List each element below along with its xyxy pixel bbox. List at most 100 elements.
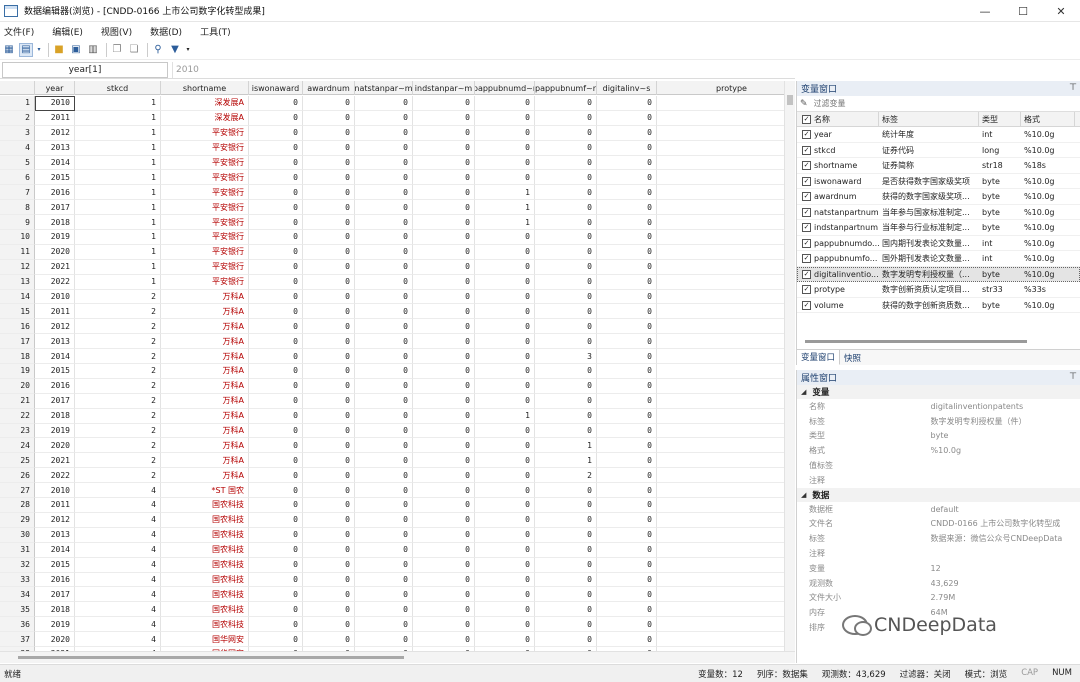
grid-horizontal-scrollbar[interactable] — [0, 651, 795, 663]
cell-indstanparnum[interactable]: 0 — [413, 632, 475, 647]
cell-pappubnumdomestic[interactable]: 0 — [475, 498, 535, 513]
cell-digitalinventionpatents[interactable]: 0 — [597, 378, 657, 394]
variable-checkbox[interactable]: ✓ — [802, 223, 811, 233]
cell-shortname[interactable]: 万科A — [161, 334, 249, 350]
cell-stkcd[interactable]: 4 — [75, 527, 161, 543]
cell-year[interactable]: 2012 — [35, 512, 75, 528]
cell-natstanparnum[interactable]: 0 — [355, 244, 413, 260]
menu-tools[interactable]: 工具(T) — [200, 25, 231, 38]
cell-pappubnumforeign[interactable]: 0 — [535, 170, 597, 186]
cell-pappubnumforeign[interactable]: 0 — [535, 587, 597, 603]
cell-shortname[interactable]: 万科A — [161, 453, 249, 469]
menu-edit[interactable]: 编辑(E) — [52, 25, 83, 38]
filter-icon[interactable]: ▼ — [168, 43, 182, 57]
cell-year[interactable]: 2020 — [35, 438, 75, 454]
menu-file[interactable]: 文件(F) — [4, 25, 34, 38]
property-row[interactable]: 标签 数据来源：微信公众号CNDeepData — [797, 531, 1080, 546]
cell-year[interactable]: 2010 — [35, 289, 75, 305]
cell-pappubnumdomestic[interactable]: 0 — [475, 125, 535, 141]
cell-protype[interactable] — [657, 349, 784, 365]
cell-year[interactable]: 2019 — [35, 230, 75, 245]
cell-stkcd[interactable]: 2 — [75, 408, 161, 424]
cell-awardnum[interactable]: 0 — [303, 155, 355, 171]
cell-digitalinventionpatents[interactable]: 0 — [597, 557, 657, 573]
collapse-triangle-icon[interactable]: ◢ — [801, 491, 806, 499]
cell-stkcd[interactable]: 1 — [75, 155, 161, 171]
cell-pappubnumdomestic[interactable]: 0 — [475, 170, 535, 186]
cell-awardnum[interactable]: 0 — [303, 215, 355, 231]
cell-digitalinventionpatents[interactable]: 0 — [597, 170, 657, 186]
property-row[interactable]: 文件名 CNDD-0166 上市公司数字化转型成 — [797, 517, 1080, 532]
cell-pappubnumdomestic[interactable]: 0 — [475, 572, 535, 588]
cell-year[interactable]: 2011 — [35, 498, 75, 513]
cell-iswonaward[interactable]: 0 — [249, 527, 303, 543]
cell-protype[interactable] — [657, 587, 784, 603]
cell-awardnum[interactable]: 0 — [303, 557, 355, 573]
cell-pappubnumforeign[interactable]: 0 — [535, 155, 597, 171]
cell-indstanparnum[interactable]: 0 — [413, 289, 475, 305]
header-type[interactable]: 类型 — [979, 112, 1021, 127]
cell-stkcd[interactable]: 1 — [75, 140, 161, 156]
cell-stkcd[interactable]: 1 — [75, 274, 161, 290]
cell-stkcd[interactable]: 4 — [75, 587, 161, 603]
cell-natstanparnum[interactable]: 0 — [355, 334, 413, 350]
cell-iswonaward[interactable]: 0 — [249, 230, 303, 245]
cell-pappubnumforeign[interactable]: 0 — [535, 215, 597, 231]
cell-shortname[interactable]: 万科A — [161, 364, 249, 379]
cell-natstanparnum[interactable]: 0 — [355, 259, 413, 275]
cell-indstanparnum[interactable]: 0 — [413, 498, 475, 513]
select-all-header[interactable]: ✓ 名称 — [797, 112, 879, 127]
paste-icon[interactable]: ❏ — [127, 43, 141, 57]
cell-awardnum[interactable]: 0 — [303, 572, 355, 588]
cell-natstanparnum[interactable]: 0 — [355, 557, 413, 573]
variable-checkbox[interactable]: ✓ — [802, 130, 811, 140]
cell-digitalinventionpatents[interactable]: 0 — [597, 453, 657, 469]
cell-year[interactable]: 2010 — [35, 96, 75, 111]
cell-protype[interactable] — [657, 379, 784, 394]
cell-pappubnumdomestic[interactable]: 0 — [475, 364, 535, 379]
cell-value-field[interactable]: 2010 — [172, 62, 792, 78]
cell-stkcd[interactable]: 1 — [75, 170, 161, 186]
cell-shortname[interactable]: 国农科技 — [161, 587, 249, 603]
cell-year[interactable]: 2012 — [35, 125, 75, 141]
cell-year[interactable]: 2010 — [35, 483, 75, 499]
cell-iswonaward[interactable]: 0 — [249, 96, 303, 111]
property-row[interactable]: 标签 数字发明专利授权量（件） — [797, 414, 1080, 429]
cell-stkcd[interactable]: 2 — [75, 393, 161, 409]
cell-year[interactable]: 2016 — [35, 572, 75, 588]
cell-protype[interactable] — [657, 424, 784, 439]
variable-checkbox[interactable]: ✓ — [802, 145, 811, 155]
cell-stkcd[interactable]: 1 — [75, 215, 161, 231]
cell-pappubnumdomestic[interactable]: 0 — [475, 155, 535, 171]
cell-protype[interactable] — [657, 498, 784, 513]
cell-year[interactable]: 2011 — [35, 304, 75, 320]
cell-shortname[interactable]: 万科A — [161, 423, 249, 439]
cell-pappubnumdomestic[interactable]: 0 — [475, 617, 535, 633]
cell-pappubnumforeign[interactable]: 0 — [535, 334, 597, 350]
cell-stkcd[interactable]: 1 — [75, 244, 161, 260]
close-button[interactable]: ✕ — [1042, 0, 1080, 22]
cell-pappubnumforeign[interactable]: 0 — [535, 110, 597, 126]
cell-stkcd[interactable]: 4 — [75, 512, 161, 528]
cell-protype[interactable] — [657, 334, 784, 350]
maximize-button[interactable]: ☐ — [1004, 0, 1042, 22]
cell-natstanparnum[interactable]: 0 — [355, 110, 413, 126]
cell-year[interactable]: 2015 — [35, 557, 75, 573]
cell-protype[interactable] — [657, 200, 784, 216]
cell-protype[interactable] — [657, 528, 784, 543]
cell-year[interactable]: 2014 — [35, 349, 75, 365]
cell-year[interactable]: 2015 — [35, 364, 75, 379]
cell-iswonaward[interactable]: 0 — [249, 602, 303, 618]
cell-protype[interactable] — [657, 141, 784, 156]
cell-awardnum[interactable]: 0 — [303, 512, 355, 528]
cell-pappubnumdomestic[interactable]: 0 — [475, 468, 535, 484]
cell-stkcd[interactable]: 2 — [75, 438, 161, 454]
cell-protype[interactable] — [657, 290, 784, 305]
cell-iswonaward[interactable]: 0 — [249, 512, 303, 528]
cell-iswonaward[interactable]: 0 — [249, 617, 303, 633]
cell-pappubnumforeign[interactable]: 0 — [535, 527, 597, 543]
cell-protype[interactable] — [657, 602, 784, 618]
cell-digitalinventionpatents[interactable]: 0 — [597, 155, 657, 171]
variable-row[interactable]: ✓ pappubnumfo... 国外期刊发表论文数量... int %10.0g — [797, 251, 1080, 267]
save-icon[interactable]: ▣ — [69, 43, 83, 57]
